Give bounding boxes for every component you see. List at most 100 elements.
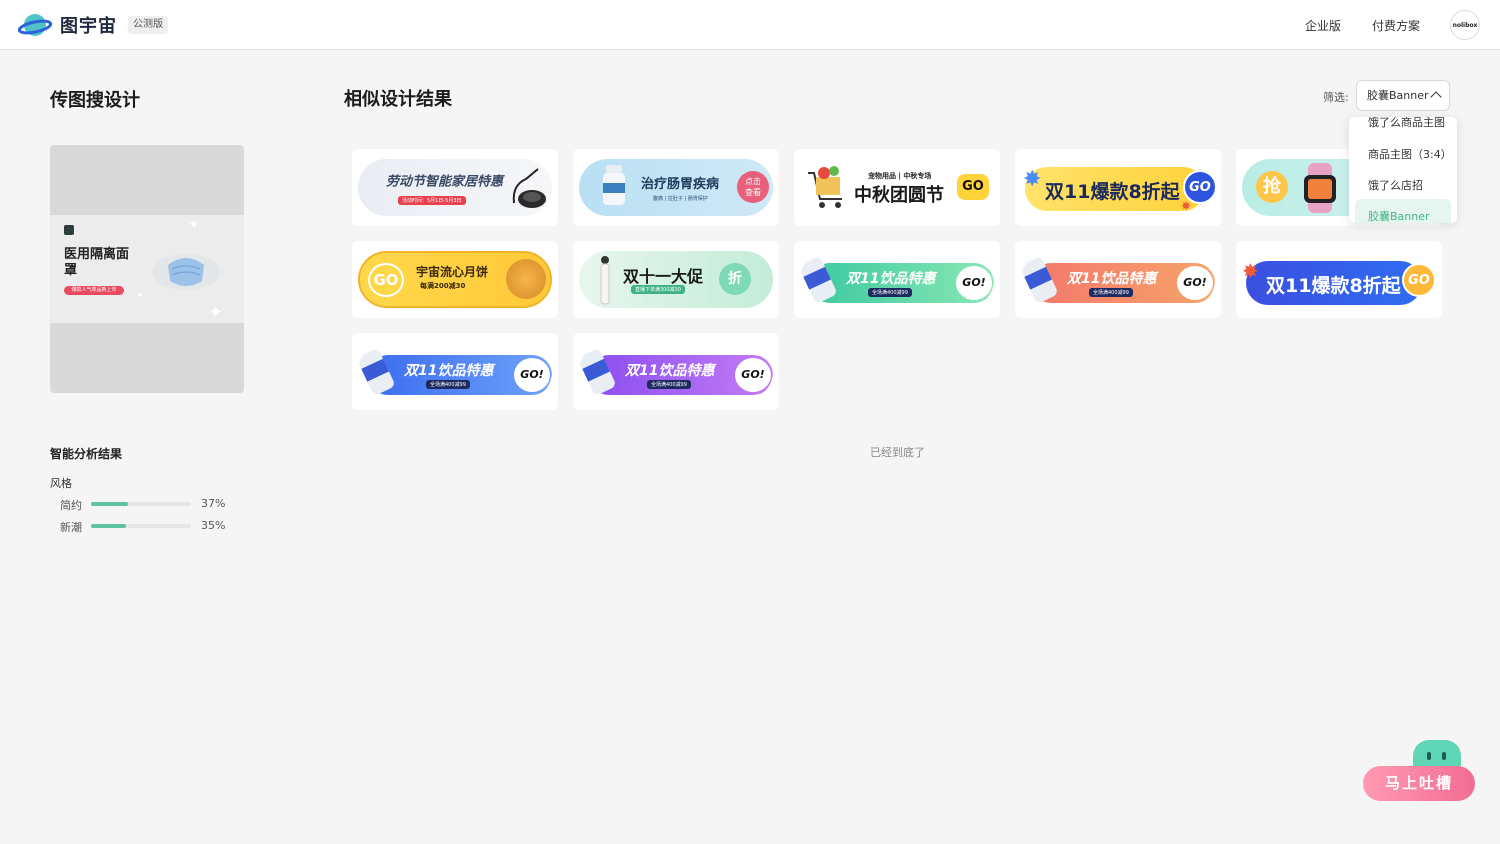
grab-badge: 抢	[1256, 171, 1288, 203]
end-of-list-note: 已经到底了	[870, 446, 925, 459]
banner-pill: 宠物用品 | 中秋专场 中秋团圆节 GO	[800, 159, 994, 216]
sparkle-icon: ✦	[208, 302, 224, 323]
result-card[interactable]: 宠物用品 | 中秋专场 中秋团圆节 GO	[794, 149, 1000, 226]
style-progress-fill	[91, 524, 126, 528]
preview-tag: 爆款人气单品新上市	[64, 286, 124, 295]
result-card[interactable]: 双11饮品特惠 全场满400减99 GO!	[573, 333, 779, 410]
shopping-cart-icon	[808, 166, 842, 208]
beta-badge: 公测版	[128, 16, 168, 34]
banner-pill: 劳动节智能家居特惠 活动时间：5月1日-5月3日	[358, 159, 552, 216]
nav-enterprise[interactable]: 企业版	[1305, 17, 1341, 34]
result-card[interactable]: 双十一大促 直播下单满300减30 折	[573, 241, 779, 318]
banner-text: 双11爆款8折起	[1045, 181, 1180, 203]
go-badge: GO	[957, 174, 989, 200]
banner-pill: 治疗肠胃疾病 腹痛 | 拉肚子 | 肠胃保护 点击查看	[579, 159, 773, 216]
uploaded-image-preview[interactable]: 医用隔离面罩 爆款人气单品新上市 ✦ ✦ ✦	[50, 145, 244, 393]
result-card[interactable]: 双11饮品特惠 全场满400减99 GO!	[352, 333, 558, 410]
analysis-title: 智能分析结果	[50, 447, 123, 461]
sparkle-icon: ✦	[188, 217, 200, 233]
style-name: 简约	[60, 499, 82, 512]
face-mask-icon	[152, 254, 220, 290]
go-badge: GO!	[735, 358, 771, 392]
style-percent: 35%	[201, 519, 226, 532]
banner-pill: 双11饮品特惠 全场满400减99 GO!	[579, 343, 773, 400]
vacuum-cleaner-icon	[512, 168, 546, 208]
style-progress-track	[91, 502, 191, 506]
banner-text: 双11爆款8折起	[1266, 275, 1401, 297]
banner-text: 双11饮品特惠	[846, 271, 936, 287]
dropdown-option[interactable]: 商品主图（3:4）	[1368, 146, 1452, 162]
filter-dropdown: 饿了么商品主图 商品主图（3:4） 饿了么店招 胶囊Banner	[1349, 117, 1457, 223]
banner-text: 双11饮品特惠	[404, 363, 494, 379]
filter-selected-value: 胶囊Banner	[1367, 89, 1429, 102]
banner-text: 双11饮品特惠	[1067, 271, 1157, 287]
result-card[interactable]: 双11饮品特惠 全场满400减99 GO!	[794, 241, 1000, 318]
style-progress-fill	[91, 502, 128, 506]
burst-icon: ✸	[1242, 259, 1259, 283]
banner-subtext: 全场满400减99	[1089, 288, 1133, 297]
discount-badge: 折	[719, 263, 751, 295]
banner-pill: ✸ 双11爆款8折起 GO ✸	[1021, 159, 1215, 216]
banner-pill: ✸ 双11爆款8折起 GO	[1242, 251, 1436, 308]
result-card[interactable]: ✸ 双11爆款8折起 GO ✸	[1015, 149, 1221, 226]
banner-pill: 双11饮品特惠 全场满400减99 GO!	[1021, 251, 1215, 308]
medicine-bottle-icon	[603, 165, 625, 205]
result-card[interactable]: 劳动节智能家居特惠 活动时间：5月1日-5月3日	[352, 149, 558, 226]
drink-can-icon	[800, 257, 836, 303]
brand-name[interactable]: 图宇宙	[60, 12, 117, 38]
chevron-up-icon	[1430, 91, 1442, 103]
top-header: 图宇宙 公测版 企业版 付费方案 nolibox	[0, 0, 1500, 50]
drink-can-icon	[358, 349, 394, 395]
upload-search-title: 传图搜设计	[50, 90, 140, 111]
banner-text: 宇宙流心月饼	[416, 265, 489, 279]
mascot-eye	[1427, 752, 1431, 760]
filter-label: 筛选:	[1323, 91, 1349, 104]
nav-pricing[interactable]: 付费方案	[1372, 17, 1420, 34]
go-badge: GO	[368, 263, 404, 297]
smartwatch-icon	[1304, 163, 1336, 213]
banner-subtext: 活动时间：5月1日-5月3日	[398, 196, 466, 205]
brand-mark-icon	[64, 225, 74, 235]
banner-pill: 双十一大促 直播下单满300减30 折	[579, 251, 773, 308]
user-avatar[interactable]: nolibox	[1450, 10, 1480, 40]
banner-subtext: 全场满400减99	[647, 380, 691, 389]
banner-text: 治疗肠胃疾病	[641, 177, 720, 192]
dropdown-option[interactable]: 饿了么店招	[1368, 177, 1423, 193]
person-figure-icon	[600, 256, 610, 305]
drink-can-icon	[579, 349, 615, 395]
mooncake-icon	[506, 259, 546, 299]
dropdown-option[interactable]: 饿了么商品主图	[1368, 117, 1445, 130]
banner-pill: 双11饮品特惠 全场满400减99 GO!	[358, 343, 552, 400]
banner-subtext: 宠物用品 | 中秋专场	[868, 172, 932, 180]
style-progress-track	[91, 524, 191, 528]
feedback-button[interactable]: 马上吐槽	[1363, 766, 1475, 801]
mascot-eye	[1442, 752, 1446, 760]
style-stat-row: 新潮 35%	[60, 519, 250, 534]
banner-text: 双11饮品特惠	[625, 363, 715, 379]
banner-subtext: 全场满400减99	[868, 288, 912, 297]
banner-pill: GO 宇宙流心月饼 每满200减30	[358, 251, 552, 308]
dropdown-option-selected-label[interactable]: 胶囊Banner	[1368, 208, 1430, 223]
go-badge: GO!	[1177, 266, 1213, 300]
banner-subtext: 直播下单满300减30	[631, 285, 685, 294]
banner-text: 双十一大促	[623, 267, 704, 286]
go-badge: GO!	[956, 266, 992, 300]
banner-subtext: 每满200减30	[420, 282, 466, 290]
go-badge: GO!	[514, 358, 550, 392]
banner-subtext: 腹痛 | 拉肚子 | 肠胃保护	[653, 196, 708, 202]
results-title: 相似设计结果	[344, 89, 452, 110]
result-card[interactable]: ✸ 双11爆款8折起 GO	[1236, 241, 1442, 318]
burst-icon: ✸	[1181, 199, 1192, 213]
banner-pill: 双11饮品特惠 全场满400减99 GO!	[800, 251, 994, 308]
style-stat-row: 简约 37%	[60, 497, 250, 512]
filter-select[interactable]: 胶囊Banner	[1356, 80, 1450, 111]
sparkle-icon: ✦	[136, 291, 144, 301]
result-card[interactable]: GO 宇宙流心月饼 每满200减30	[352, 241, 558, 318]
view-badge: 点击查看	[737, 171, 769, 203]
drink-can-icon	[1021, 257, 1057, 303]
banner-subtext: 全场满400减99	[426, 380, 470, 389]
result-card[interactable]: 治疗肠胃疾病 腹痛 | 拉肚子 | 肠胃保护 点击查看	[573, 149, 779, 226]
banner-text: 中秋团圆节	[854, 185, 944, 206]
result-card[interactable]: 双11饮品特惠 全场满400减99 GO!	[1015, 241, 1221, 318]
planet-logo-icon[interactable]	[18, 10, 52, 40]
